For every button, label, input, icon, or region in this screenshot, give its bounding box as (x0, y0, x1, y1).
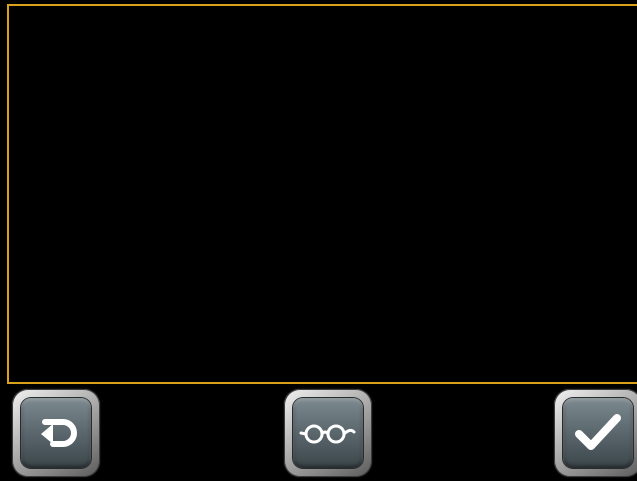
checkmark-icon (571, 410, 625, 456)
bottom-toolbar (0, 386, 637, 481)
view-button[interactable] (284, 389, 372, 477)
confirm-button[interactable] (554, 389, 637, 477)
device-screen (0, 0, 637, 481)
back-button[interactable] (12, 389, 100, 477)
display-area (7, 4, 637, 384)
glasses-icon (298, 418, 358, 448)
return-arrow-icon (31, 410, 81, 456)
